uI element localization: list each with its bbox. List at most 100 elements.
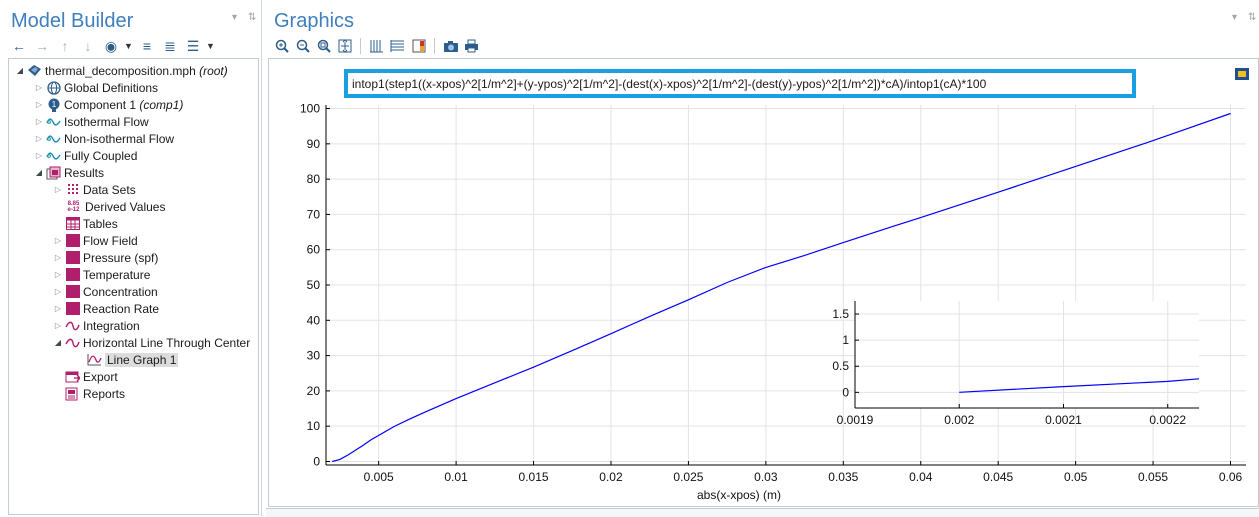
tree-node-root[interactable]: ◢ thermal_decomposition.mph (root) [15, 62, 228, 79]
show-dropdown-caret-icon[interactable]: ▼ [124, 41, 134, 51]
y-tick-label: 90 [307, 137, 321, 151]
expand-triangle-icon[interactable]: ▷ [53, 321, 63, 330]
y-tick-label: 60 [307, 243, 321, 257]
expand-triangle-icon[interactable]: ▷ [53, 304, 63, 313]
tree-node-reports[interactable]: Reports [65, 385, 125, 402]
panel-menu-icon[interactable]: ▾ [232, 12, 237, 23]
line-chart: 0.005 0.01 0.015 0.02 0.025 0.03 0.035 0.04 0.04… [300, 102, 1246, 502]
tree-node-pressure[interactable]: ▷ Pressure (spf) [53, 249, 158, 266]
y-tick-label: 0 [842, 385, 849, 399]
zoom-extents-icon[interactable] [336, 37, 353, 55]
1d-plot-group-icon [65, 319, 80, 333]
tree-node-fully-coupled[interactable]: ▷ Fully Coupled [34, 147, 137, 164]
datasets-icon [65, 183, 80, 197]
component-icon: 1 [46, 98, 61, 112]
model-builder-title: Model Builder [11, 10, 134, 32]
y-tick-label: 30 [307, 349, 321, 363]
tree-node-component[interactable]: ▷ 1 Component 1 (comp1) [34, 96, 183, 113]
plot-window[interactable]: intop1(step1((x-xpos)^2[1/m^2]+(y-ypos)^… [268, 58, 1259, 507]
expand-triangle-icon[interactable]: ▷ [34, 134, 44, 143]
model-tree: ◢ thermal_decomposition.mph (root) ▷ Glo… [8, 58, 259, 515]
1d-plot-group-icon [65, 336, 80, 350]
zoom-out-icon[interactable] [294, 37, 311, 55]
back-arrow-icon[interactable]: ← [9, 37, 29, 55]
graphics-title: Graphics [274, 10, 355, 32]
toolbar-separator [434, 38, 435, 54]
plot-group-icon [65, 285, 80, 299]
tree-node-data-sets[interactable]: ▷ Data Sets [53, 181, 136, 198]
tree-node-tables[interactable]: Tables [65, 215, 118, 232]
tree-node-global-definitions[interactable]: ▷ Global Definitions [34, 79, 158, 96]
move-up-icon[interactable]: ↑ [55, 37, 75, 55]
expand-triangle-icon[interactable]: ▷ [53, 287, 63, 296]
x-tick-label: 0.01 [444, 470, 468, 484]
tree-node-reaction-rate[interactable]: ▷ Reaction Rate [53, 300, 159, 317]
print-icon[interactable] [463, 37, 480, 55]
tree-node-concentration[interactable]: ▷ Concentration [53, 283, 158, 300]
zoom-box-icon[interactable] [315, 37, 332, 55]
expand-triangle-icon[interactable]: ▷ [34, 117, 44, 126]
tree-options-icon[interactable]: ☰ [183, 37, 203, 55]
main-series-line [332, 112, 1231, 463]
x-tick-label: 0.0022 [1149, 413, 1186, 427]
tree-node-derived-values[interactable]: 8.85 e-12 Derived Values [65, 198, 165, 215]
expand-sections-icon[interactable]: ≡ [137, 37, 157, 55]
forward-arrow-icon[interactable]: → [32, 37, 52, 55]
panel-pin-icon[interactable]: ⇅ [248, 12, 256, 23]
tree-options-dropdown-icon[interactable]: ▼ [206, 41, 216, 51]
tree-node-horizontal-line[interactable]: ◢ Horizontal Line Through Center [53, 334, 250, 351]
x-tick-label: 0.02 [599, 470, 623, 484]
model-builder-panel: Model Builder ▾ ⇅ ← → ↑ ↓ ◉ ▼ ≡ ≣ ☰ ▼ ◢ … [0, 0, 262, 516]
collapse-triangle-icon[interactable]: ◢ [34, 168, 44, 177]
tree-node-results[interactable]: ◢ Results [34, 164, 104, 181]
expand-triangle-icon[interactable]: ▷ [53, 270, 63, 279]
collapse-sections-icon[interactable]: ≣ [160, 37, 180, 55]
expand-triangle-icon[interactable]: ▷ [53, 253, 63, 262]
expand-triangle-icon[interactable]: ▷ [34, 100, 44, 109]
x-tick-label: 0.0019 [837, 413, 874, 427]
zoom-in-icon[interactable] [273, 37, 290, 55]
move-down-icon[interactable]: ↓ [78, 37, 98, 55]
tree-node-line-graph[interactable]: Line Graph 1 [87, 351, 179, 368]
tree-node-isothermal-flow[interactable]: ▷ Isothermal Flow [34, 113, 149, 130]
x-grid-icon[interactable] [368, 37, 385, 55]
svg-text:1: 1 [51, 100, 56, 109]
x-tick-label: 0.025 [673, 470, 703, 484]
y-tick-label: 100 [300, 102, 320, 116]
tree-node-integration[interactable]: ▷ Integration [53, 317, 140, 334]
model-root-icon [27, 64, 42, 78]
tree-node-flow-field[interactable]: ▷ Flow Field [53, 232, 138, 249]
camera-icon[interactable] [442, 37, 459, 55]
graphics-toolbar [273, 37, 480, 55]
plot-group-icon [65, 268, 80, 282]
graphics-panel: Graphics ▾ ⇅ intop1(step1((x-xpos)^2[1/m… [266, 0, 1259, 517]
expand-triangle-icon[interactable]: ▷ [53, 236, 63, 245]
plot-group-icon [65, 251, 80, 265]
y-tick-label: 80 [307, 172, 321, 186]
x-tick-label: 0.06 [1219, 470, 1243, 484]
tree-node-non-isothermal-flow[interactable]: ▷ Non-isothermal Flow [34, 130, 174, 147]
tree-node-temperature[interactable]: ▷ Temperature [53, 266, 150, 283]
y-tick-label: 40 [307, 313, 321, 327]
flow-study-icon [46, 132, 61, 146]
expand-triangle-icon[interactable]: ▷ [53, 185, 63, 194]
show-eye-icon[interactable]: ◉ [101, 37, 121, 55]
expand-triangle-icon[interactable]: ▷ [34, 83, 44, 92]
tree-node-export[interactable]: Export [65, 368, 118, 385]
toolbar-separator [360, 38, 361, 54]
globe-icon [46, 80, 61, 95]
collapse-triangle-icon[interactable]: ◢ [15, 66, 25, 75]
results-icon [46, 166, 61, 180]
x-tick-label: 0.0021 [1045, 413, 1082, 427]
x-tick-label: 0.05 [1064, 470, 1088, 484]
x-tick-label: 0.002 [944, 413, 974, 427]
y-tick-label: 0.5 [832, 359, 849, 373]
y-grid-icon[interactable] [389, 37, 406, 55]
panel-menu-icon[interactable]: ▾ [1232, 12, 1237, 23]
collapse-triangle-icon[interactable]: ◢ [53, 338, 63, 347]
expand-triangle-icon[interactable]: ▷ [34, 151, 44, 160]
plot-group-icon [65, 302, 80, 316]
color-legend-icon[interactable] [410, 37, 427, 55]
export-icon [65, 370, 80, 384]
panel-pin-icon[interactable]: ⇅ [1248, 12, 1256, 23]
